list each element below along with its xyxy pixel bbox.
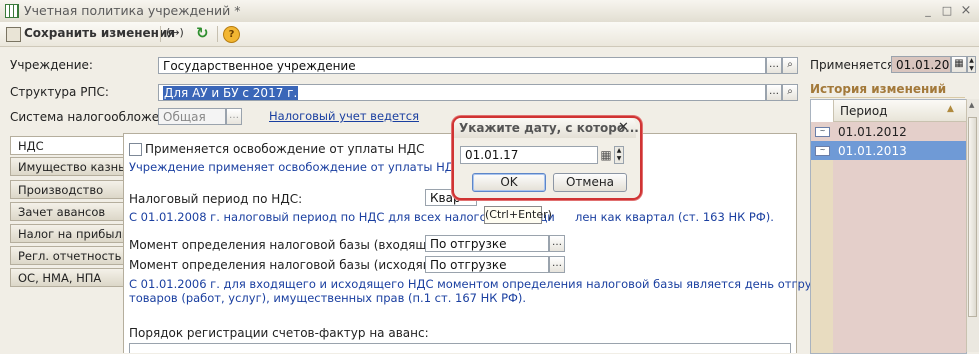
tab-advance-offset[interactable]: Зачет авансов <box>10 202 124 221</box>
select-button[interactable]: … <box>766 84 782 101</box>
exempt-checkbox[interactable] <box>129 143 142 156</box>
search-icon[interactable]: ⌕ <box>782 57 798 74</box>
refresh-icon[interactable]: ↻ <box>196 24 209 42</box>
history-period: 01.01.2013 <box>838 144 907 158</box>
search-icon[interactable]: ⌕ <box>782 84 798 101</box>
institution-label: Учреждение: <box>10 58 93 72</box>
minimize-button[interactable]: _ <box>920 3 936 18</box>
tax-accounting-link[interactable]: Налоговый учет ведется <box>269 109 419 123</box>
tab-production[interactable]: Производство <box>10 180 124 199</box>
window-title: Учетная политика учреждений * <box>24 3 241 18</box>
help-icon[interactable]: ? <box>223 26 240 43</box>
tab-reg-reporting[interactable]: Регл. отчетность <box>10 246 124 265</box>
tax-system-field[interactable]: Общая <box>158 108 226 125</box>
toolbar: Сохранить изменения (↔) ↻ ? <box>0 22 979 47</box>
applies-from-field[interactable]: 01.01.2013 <box>891 56 951 73</box>
spin-button[interactable]: ▲ ▼ <box>614 146 624 164</box>
base-info-line2: товаров (работ, услуг), имущественных пр… <box>129 291 527 305</box>
history-column-label: Период <box>840 104 888 118</box>
date-dialog: Укажите дату, с которо... ✕ 01.01.17 ▦ ▲… <box>452 116 642 200</box>
calendar-icon[interactable]: ▦ <box>951 56 967 73</box>
title-bar: Учетная политика учреждений * _ □ × <box>0 0 979 23</box>
base-in-field[interactable]: По отгрузке <box>425 235 549 252</box>
shortcut-tooltip: (Ctrl+Enter) <box>484 206 552 224</box>
maximize-button[interactable]: □ <box>939 3 955 18</box>
tab-fixed-assets[interactable]: ОС, НМА, НПА <box>10 268 124 287</box>
dialog-title: Укажите дату, с которо... <box>459 121 639 135</box>
period-label: Налоговый период по НДС: <box>129 192 303 206</box>
invoice-order-label: Порядок регистрации счетов-фактур на ава… <box>129 326 429 340</box>
calendar-icon[interactable]: ▦ <box>599 146 613 164</box>
select-button[interactable]: … <box>549 235 565 252</box>
table-row[interactable]: ~ 01.01.2013 <box>811 141 966 160</box>
exempt-checkbox-label: Применяется освобождение от уплаты НДС <box>145 142 425 156</box>
record-icon: ~ <box>815 127 830 137</box>
rps-field[interactable]: Для АУ и БУ с 2017 г. <box>158 84 766 101</box>
history-title: История изменений <box>810 82 947 96</box>
history-period: 01.01.2012 <box>838 125 907 139</box>
history-divider <box>810 97 965 98</box>
record-icon: ~ <box>815 146 830 156</box>
dialog-date-input[interactable]: 01.01.17 <box>460 146 598 164</box>
exchange-button[interactable]: (↔) <box>166 26 184 39</box>
institution-field[interactable]: Государственное учреждение <box>158 57 766 74</box>
cancel-button[interactable]: Отмена <box>553 173 627 192</box>
toolbar-divider <box>160 26 161 42</box>
period-info-tail: лен как квартал (ст. 163 НК РФ). <box>575 210 774 224</box>
spin-button[interactable]: ▲ ▼ <box>967 56 976 73</box>
rps-value: Для АУ и БУ с 2017 г. <box>163 86 299 100</box>
close-button[interactable]: × <box>958 3 974 18</box>
sort-icon[interactable]: ▲ <box>947 104 954 114</box>
tab-profit-tax[interactable]: Налог на прибыль <box>10 224 129 243</box>
select-button[interactable]: … <box>226 108 242 125</box>
select-button[interactable]: … <box>549 256 565 273</box>
table-icon <box>5 4 19 18</box>
base-out-field[interactable]: По отгрузке <box>425 256 549 273</box>
select-button[interactable]: … <box>766 57 782 74</box>
history-table: Период ▲ ~ 01.01.2012 ~ 01.01.2013 <box>810 99 967 354</box>
toolbar-divider <box>217 26 218 42</box>
ok-button[interactable]: OK <box>472 173 546 192</box>
base-info: С 01.01.2006 г. для входящего и исходяще… <box>129 277 903 291</box>
table-row[interactable]: ~ 01.01.2012 <box>811 122 966 141</box>
history-column-header[interactable]: Период ▲ <box>833 100 966 122</box>
tab-nds[interactable]: НДС <box>10 136 128 155</box>
tab-treasury-property[interactable]: Имущество казны <box>10 157 127 176</box>
save-icon <box>6 27 21 42</box>
history-scrollbar[interactable]: ▲ <box>966 99 979 352</box>
rps-label: Структура РПС: <box>10 85 109 99</box>
history-empty-area <box>833 160 966 353</box>
dialog-close-icon[interactable]: ✕ <box>618 120 629 135</box>
